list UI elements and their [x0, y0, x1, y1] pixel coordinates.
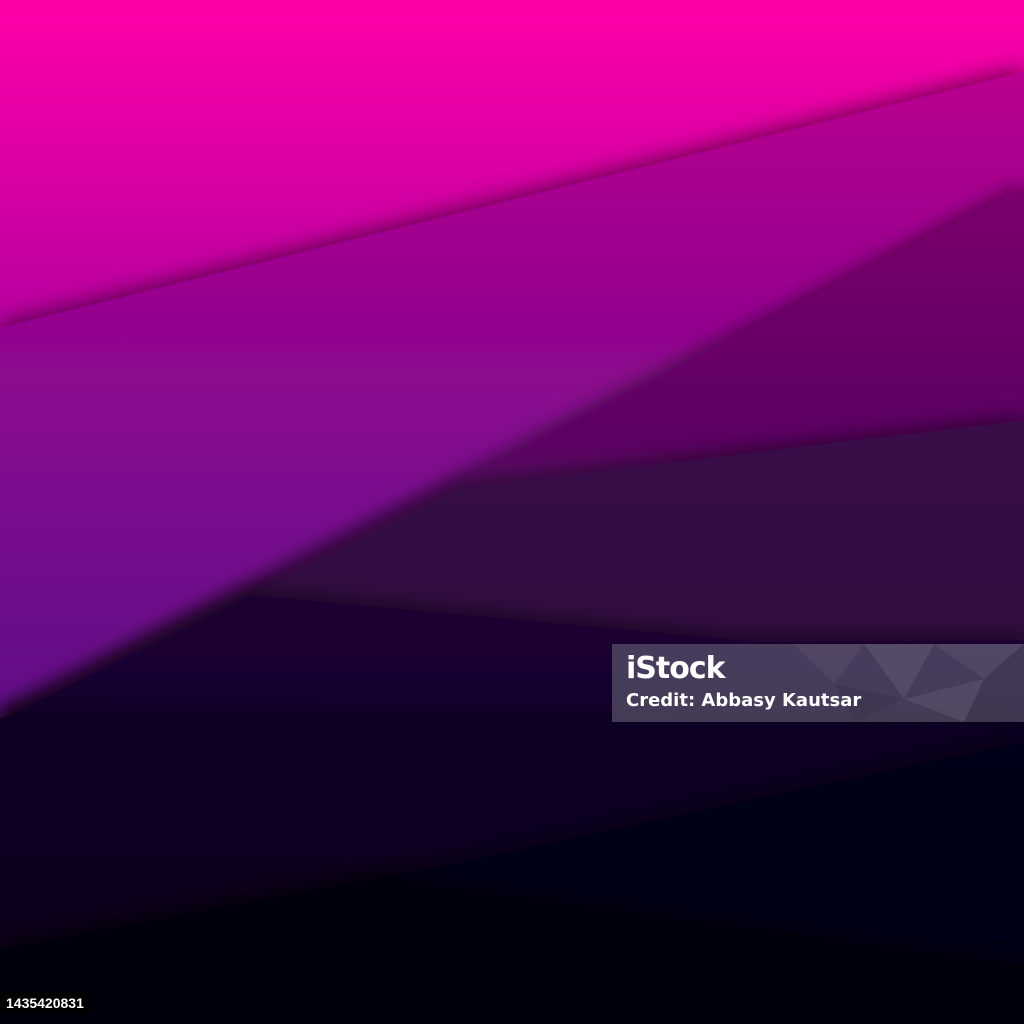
image-id-label: 1435420831 — [0, 992, 90, 1014]
stock-watermark: iStock Credit: Abbasy Kautsar — [612, 644, 1024, 722]
istock-logo: iStock — [626, 651, 726, 686]
abstract-background-image: iStock Credit: Abbasy Kautsar 1435420831 — [0, 0, 1024, 1024]
layered-shapes-artwork — [0, 0, 1024, 1024]
photo-credit: Credit: Abbasy Kautsar — [626, 690, 862, 711]
